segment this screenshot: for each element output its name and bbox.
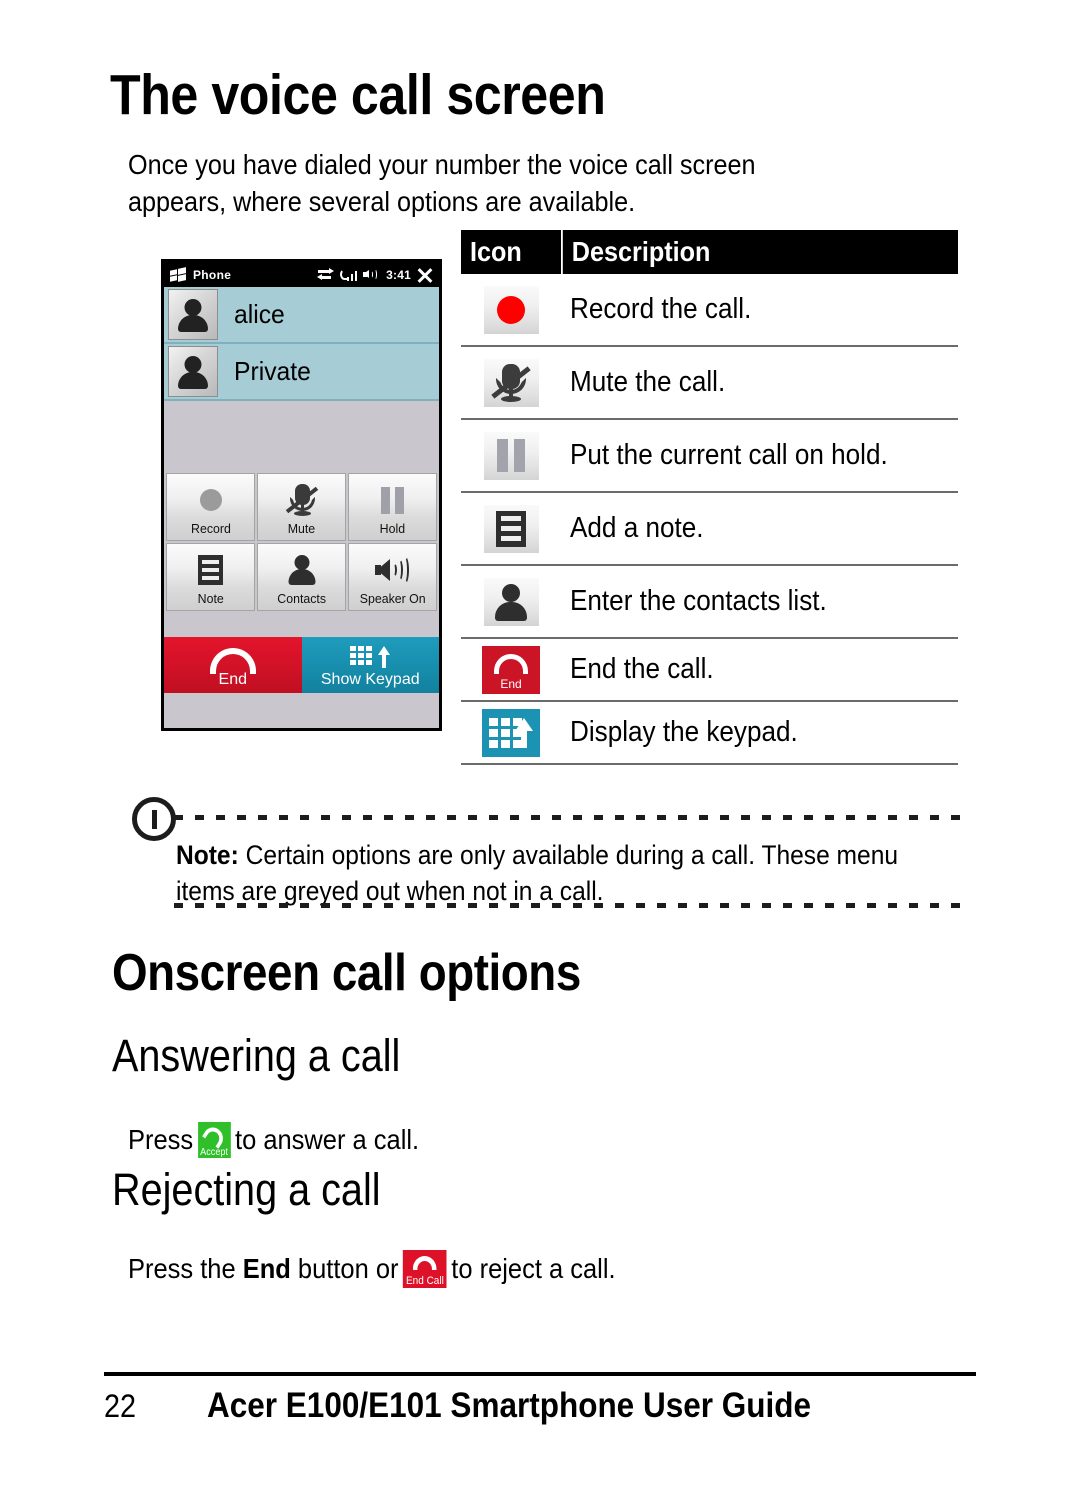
phone-app-name: Phone	[193, 267, 232, 282]
table-row: Mute the call.	[461, 347, 958, 420]
hold-button[interactable]: Hold	[348, 473, 437, 541]
row-description: Mute the call.	[570, 366, 726, 398]
note-button[interactable]: Note	[166, 543, 255, 611]
mute-button[interactable]: Mute	[257, 473, 346, 541]
hold-button-label: Hold	[379, 521, 406, 536]
row-description: Add a note.	[570, 512, 704, 544]
accept-icon: Accept	[197, 1122, 231, 1158]
keypad-icon	[482, 708, 540, 757]
status-time: 3:41	[386, 267, 411, 282]
show-keypad-softkey-label: Show Keypad	[320, 671, 420, 688]
end-call-icon: End Call	[403, 1250, 447, 1288]
intro-line-2: appears, where several options are avail…	[128, 186, 636, 217]
rejecting-bold-end: End	[242, 1253, 291, 1284]
table-row: Record the call.	[461, 274, 958, 347]
table-row: Put the current call on hold.	[461, 420, 958, 493]
hold-icon	[349, 480, 436, 520]
record-button-label: Record	[190, 521, 231, 536]
caller-name: alice	[234, 299, 285, 329]
rejecting-middle: button or	[297, 1253, 399, 1284]
table-row: Enter the contacts list.	[461, 566, 958, 639]
hold-icon	[483, 431, 539, 480]
page-title: The voice call screen	[110, 63, 606, 127]
windows-start-icon[interactable]	[170, 267, 187, 282]
note-text: Note: Certain options are only available…	[176, 837, 904, 909]
section-onscreen-call-options: Onscreen call options	[112, 944, 581, 1002]
note-icon	[167, 550, 254, 590]
intro-line-1: Once you have dialed your number the voi…	[128, 149, 756, 180]
contacts-button[interactable]: Contacts	[257, 543, 346, 611]
speaker-button-label: Speaker On	[359, 591, 426, 606]
signal-icon	[340, 268, 358, 281]
section-answering-a-call: Answering a call	[112, 1030, 401, 1081]
manual-page: The voice call screen Once you have dial…	[0, 0, 1080, 1489]
record-icon	[167, 480, 254, 520]
mute-button-label: Mute	[287, 521, 316, 536]
row-description: Display the keypad.	[570, 716, 798, 748]
exclamation-icon	[132, 797, 176, 841]
record-icon	[483, 285, 539, 334]
mute-icon	[483, 358, 539, 407]
hangup-icon	[164, 645, 302, 674]
end-softkey[interactable]: End	[164, 637, 302, 693]
caller-row[interactable]: alice	[164, 287, 439, 344]
contacts-icon	[258, 550, 345, 590]
row-description: Record the call.	[570, 293, 752, 325]
table-row: Display the keypad.	[461, 702, 958, 765]
end-call-icon-label: End Call	[405, 1275, 444, 1287]
phone-softkeys: End Show Keypad	[164, 637, 439, 693]
page-number: 22	[104, 1388, 137, 1424]
rejecting-suffix: to reject a call.	[451, 1253, 616, 1284]
row-description: End the call.	[570, 653, 714, 685]
note-label: Note:	[176, 840, 239, 870]
speaker-icon	[363, 268, 380, 281]
phone-titlebar: Phone 3:41	[164, 262, 439, 287]
table-row: End End the call.	[461, 639, 958, 702]
footer-title: Acer E100/E101 Smartphone User Guide	[207, 1386, 812, 1425]
accept-icon-label: Accept	[200, 1147, 228, 1158]
rejecting-prefix: Press the	[128, 1253, 236, 1284]
answering-prefix: Press	[128, 1124, 194, 1155]
close-icon[interactable]	[417, 267, 433, 283]
record-button[interactable]: Record	[166, 473, 255, 541]
caller-row[interactable]: Private	[164, 344, 439, 401]
phone-screenshot: Phone 3:41 alice Private Record Mute Hol…	[161, 259, 442, 731]
icon-description-table: Icon Description Record the call. Mute t…	[461, 230, 958, 765]
avatar	[168, 289, 218, 340]
footer-rule	[104, 1372, 976, 1376]
sync-icon	[317, 267, 335, 281]
mute-icon	[258, 480, 345, 520]
note-top-dashed-rule	[174, 815, 970, 820]
end-call-icon-label: End	[500, 676, 522, 691]
phone-empty-area	[164, 401, 439, 473]
answering-instruction: Press Accept to answer a call.	[128, 1122, 419, 1158]
note-icon	[483, 504, 539, 553]
note-bottom-dashed-rule	[174, 903, 970, 908]
note-button-label: Note	[197, 591, 224, 606]
column-header-icon: Icon	[470, 236, 522, 267]
show-keypad-softkey[interactable]: Show Keypad	[301, 637, 440, 693]
phone-button-grid: Record Mute Hold Note Contacts Speaker O…	[164, 473, 439, 611]
contacts-icon	[483, 577, 539, 626]
row-description: Enter the contacts list.	[570, 585, 827, 617]
section-rejecting-a-call: Rejecting a call	[112, 1164, 381, 1215]
answering-suffix: to answer a call.	[234, 1124, 420, 1155]
table-header-row: Icon Description	[461, 230, 958, 274]
note-body: Certain options are only available durin…	[176, 840, 899, 906]
table-row: Add a note.	[461, 493, 958, 566]
phone-lower-spacer	[164, 613, 439, 637]
avatar	[168, 346, 218, 397]
speaker-button[interactable]: Speaker On	[348, 543, 437, 611]
row-description: Put the current call on hold.	[570, 439, 888, 471]
caller-name: Private	[234, 356, 311, 386]
keypad-icon	[302, 645, 440, 669]
speaker-icon	[349, 550, 436, 590]
rejecting-instruction: Press the End button or End Call to reject…	[128, 1250, 616, 1288]
contacts-button-label: Contacts	[277, 591, 326, 606]
end-call-icon: End	[482, 645, 540, 694]
column-header-description: Description	[561, 230, 710, 274]
